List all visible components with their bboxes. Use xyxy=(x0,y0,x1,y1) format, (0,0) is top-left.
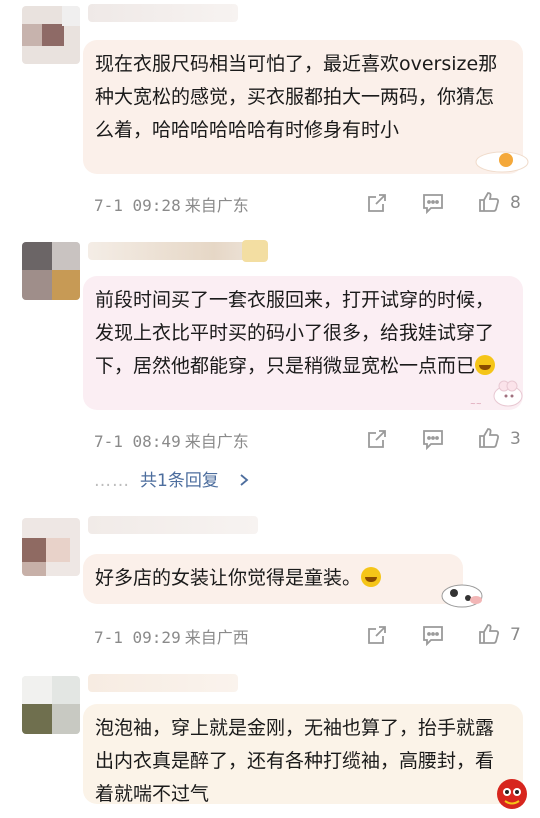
like-count: 3 xyxy=(510,429,521,449)
like-count: 8 xyxy=(510,193,521,213)
comment-icon[interactable] xyxy=(421,428,445,450)
comment-item: 前段时间买了一套衣服回来，打开试穿的时候，发现上衣比平时买的码小了很多，给我娃试… xyxy=(0,236,540,498)
thumbs-up-icon[interactable] xyxy=(477,426,501,450)
comment-time: 7-1 08:49 xyxy=(94,432,181,451)
comment-item: 现在衣服尺码相当可怕了，最近喜欢oversize那种大宽松的感觉，买衣服都拍大一… xyxy=(0,0,540,228)
comment-item: 好多店的女装让你觉得是童装。 7-1 09:29 来自广西 7 xyxy=(0,512,540,660)
avatar[interactable] xyxy=(22,242,80,300)
comment-text: 现在衣服尺码相当可怕了，最近喜欢oversize那种大宽松的感觉，买衣服都拍大一… xyxy=(95,53,498,141)
comment-item: 泡泡袖，穿上就是金刚，无袖也算了，抬手就露出内衣真是醉了，还有各种打缆袖，高腰封… xyxy=(0,670,540,818)
username-blurred[interactable] xyxy=(88,674,238,692)
avatar[interactable] xyxy=(22,6,80,64)
comment-time: 7-1 09:28 xyxy=(94,196,181,215)
bunny-sticker: ~~ xyxy=(468,376,528,410)
comment-location: 来自广东 xyxy=(184,196,249,215)
comment-meta: 7-1 09:29 来自广西 xyxy=(94,624,249,648)
share-icon[interactable] xyxy=(366,192,388,214)
laugh-cry-emoji xyxy=(361,567,382,587)
replies-link[interactable]: …… 共1条回复 xyxy=(94,466,250,491)
badge-blurred xyxy=(242,240,268,262)
comment-text: 前段时间买了一套衣服回来，打开试穿的时候，发现上衣比平时买的码小了很多，给我娃试… xyxy=(95,289,495,377)
share-icon[interactable] xyxy=(366,428,388,450)
replies-label: 共1条回复 xyxy=(140,471,219,491)
cow-sticker xyxy=(436,578,488,610)
username-blurred[interactable] xyxy=(88,242,268,260)
comment-bubble: 前段时间买了一套衣服回来，打开试穿的时候，发现上衣比平时买的码小了很多，给我娃试… xyxy=(83,276,523,410)
username-blurred[interactable] xyxy=(88,516,258,534)
comment-meta: 7-1 09:28 来自广东 xyxy=(94,192,249,216)
chevron-right-icon xyxy=(240,474,249,486)
avatar[interactable] xyxy=(22,518,80,576)
mascot-sticker xyxy=(492,774,532,814)
fried-egg-sticker xyxy=(474,148,530,174)
username-blurred[interactable] xyxy=(88,4,238,22)
comment-location: 来自广东 xyxy=(184,432,249,451)
like-count: 7 xyxy=(510,625,521,645)
share-icon[interactable] xyxy=(366,624,388,646)
replies-dots: …… xyxy=(94,471,130,491)
comment-text: 好多店的女装让你觉得是童装。 xyxy=(95,567,362,589)
avatar[interactable] xyxy=(22,676,80,734)
thumbs-up-icon[interactable] xyxy=(477,622,501,646)
comment-time: 7-1 09:29 xyxy=(94,628,181,647)
comment-icon[interactable] xyxy=(421,624,445,646)
laugh-cry-emoji xyxy=(475,355,496,375)
svg-text:~~: ~~ xyxy=(470,400,482,408)
thumbs-up-icon[interactable] xyxy=(477,190,501,214)
comment-meta: 7-1 08:49 来自广东 xyxy=(94,428,249,452)
comment-bubble: 现在衣服尺码相当可怕了，最近喜欢oversize那种大宽松的感觉，买衣服都拍大一… xyxy=(83,40,523,174)
comment-location: 来自广西 xyxy=(184,628,249,647)
comment-bubble: 泡泡袖，穿上就是金刚，无袖也算了，抬手就露出内衣真是醉了，还有各种打缆袖，高腰封… xyxy=(83,704,523,805)
comment-icon[interactable] xyxy=(421,192,445,214)
comment-bubble: 好多店的女装让你觉得是童装。 xyxy=(83,554,463,604)
comment-text: 泡泡袖，穿上就是金刚，无袖也算了，抬手就露出内衣真是醉了，还有各种打缆袖，高腰封… xyxy=(95,717,495,805)
